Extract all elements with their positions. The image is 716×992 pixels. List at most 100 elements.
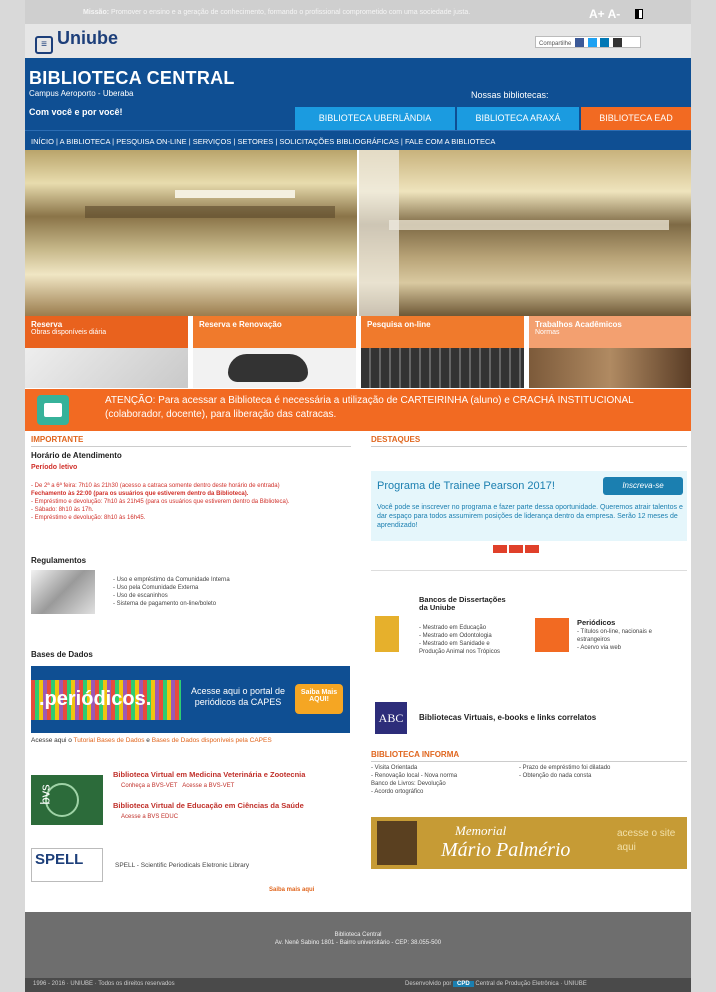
periodo-letivo: Período letivo [31,464,78,471]
regulamento-link[interactable]: - Uso e empréstimo da Comunidade Interna [113,576,230,584]
footer-bottom: 1996 - 2016 · UNIUBE · Todos os direitos… [25,978,691,992]
nav-item-inicio[interactable]: INÍCIO [31,137,54,146]
memorial-banner[interactable]: Memorial Mário Palmério acesse o site aq… [371,817,687,869]
library-photo-left [25,150,357,316]
importante-heading: IMPORTANTE [31,435,351,447]
nav-item-fale[interactable]: FALE COM A BIBLIOTECA [405,137,495,146]
mouse-shape [228,354,308,382]
mission-statement: Missão: Promover o ensino e a geração de… [83,9,470,16]
bancos-link[interactable]: - Mestrado em Educação [419,624,515,632]
bvs-educ-title[interactable]: Biblioteca Virtual de Educação em Ciênci… [113,801,353,810]
bancos-title[interactable]: Bancos de Dissertações da Uniube [419,596,509,612]
carousel-pause-icon[interactable] [509,545,523,553]
acesse-bvs-vet-link[interactable]: Acesse a BVS-VET [182,783,234,789]
tile-title: Reserva [31,320,63,329]
conheca-bvs-vet-link[interactable]: Conheça a BVS-VET [121,783,177,789]
inscreva-se-button[interactable]: Inscreva-se [603,477,683,495]
font-size-controls[interactable]: A+ A- [589,7,620,21]
periodicos-link[interactable]: - Títulos on-line, nacionais e estrangei… [577,628,681,644]
logo-bar: ≡ Uniube Compartilhe [25,24,691,58]
access-mid: e [146,737,150,744]
tile-trabalhos-academicos[interactable]: Trabalhos Acadêmicos Normas [529,316,691,388]
footer-line1: Biblioteca Central [334,932,382,938]
linkedin-icon[interactable] [600,38,610,47]
bancos-link[interactable]: - Mestrado em Sanidade e Produção Animal… [419,640,515,656]
memorial-name: Mário Palmério [441,839,571,861]
trainee-banner[interactable]: Programa de Trainee Pearson 2017! Inscre… [371,471,687,541]
attention-text: ATENÇÃO: Para acessar a Biblioteca é nec… [105,395,634,420]
id-card-shape [44,403,62,417]
photo-balcony [389,220,669,230]
regulamento-link[interactable]: - Uso pela Comunidade Externa [113,584,230,592]
dev-prefix: Desenvolvido por [405,981,452,987]
informa-link[interactable]: - Prazo de empréstimo foi dilatado [519,764,687,772]
main-nav: INÍCIO | A BIBLIOTECA | PESQUISA ON-LINE… [25,130,691,150]
tab-biblioteca-uberlandia[interactable]: BIBLIOTECA UBERLÂNDIA [295,107,455,130]
periodicos-capes-banner[interactable]: .periódicos. Acesse aqui o portal de per… [31,666,350,733]
more-share-icon[interactable] [613,38,623,47]
regulamento-link[interactable]: - Sistema de pagamento on-line/boleto [113,600,230,608]
informa-link[interactable]: Banco de Livros: Devolução [371,780,521,788]
periodicos-title[interactable]: Periódicos [577,618,615,627]
dev-suffix: Central de Produção Eletrônica · UNIUBE [475,981,587,987]
nav-items: INÍCIO | A BIBLIOTECA | PESQUISA ON-LINE… [31,137,496,146]
photo-pillar [359,150,399,316]
saiba-mais-button[interactable]: Saiba Mais AQUI! [295,684,343,714]
developer-credit: Desenvolvido por CPD Central de Produção… [405,981,587,987]
bvs-vet-title[interactable]: Biblioteca Virtual em Medicina Veterinár… [113,770,353,779]
photo-railing [85,206,335,218]
carousel-next-icon[interactable] [525,545,539,553]
nav-item-pesquisa[interactable]: PESQUISA ON-LINE [116,137,186,146]
horario-lines: - De 2ª a 6ª feira: 7h10 às 21h30 (acess… [31,482,351,522]
spell-logo-text: SPELL [35,851,84,868]
horario-line: - Empréstimo e devolução: 7h10 às 21h45 … [31,499,290,505]
spell-logo[interactable]: SPELL [31,848,103,882]
page: Missão: Promover o ensino e a geração de… [25,0,691,992]
copyright: 1996 - 2016 · UNIUBE · Todos os direitos… [33,981,175,987]
spell-description[interactable]: SPELL - Scientific Periodicals Eletronic… [115,862,249,869]
informa-link[interactable]: - Renovação local - Nova norma [371,772,521,780]
photo-light [175,190,295,198]
biblioteca-informa-heading: BIBLIOTECA INFORMA [371,750,687,762]
twitter-icon[interactable] [587,38,597,47]
destaques-heading: DESTAQUES [371,435,687,447]
tile-reserva-renovacao[interactable]: Reserva e Renovação [193,316,356,388]
tile-pesquisa-online[interactable]: Pesquisa on-line [361,316,524,388]
facebook-icon[interactable] [575,38,585,47]
informa-link[interactable]: - Visita Orientada [371,764,521,772]
tab-biblioteca-ead[interactable]: BIBLIOTECA EAD [581,107,691,130]
informa-link[interactable]: - Obtenção do nada consta [519,772,687,780]
uniube-emblem-icon: ≡ [35,36,53,54]
nossas-bibliotecas-label: Nossas bibliotecas: [471,90,549,100]
nav-item-servicos[interactable]: SERVIÇOS [193,137,232,146]
nav-item-a-biblioteca[interactable]: A BIBLIOTECA [60,137,110,146]
memorial-cta[interactable]: acesse o site aqui [617,827,681,855]
periodicos-banner-text: Acesse aqui o portal de periódicos da CA… [190,686,286,707]
carousel-prev-icon[interactable] [493,545,507,553]
tile-sub: Normas [535,329,560,336]
horario-line: - Sábado: 8h10 às 17h. [31,507,94,513]
saiba-mais-link[interactable]: Saiba mais aqui [269,887,314,893]
portrait-image [377,821,417,865]
periodicos-link[interactable]: - Acervo via web [577,644,681,652]
service-tiles: Reserva Obras disponíveis diária Reserva… [25,316,691,388]
tab-biblioteca-araxa[interactable]: BIBLIOTECA ARAXÁ [457,107,579,130]
contrast-icon[interactable] [635,9,643,19]
access-prefix: Acesse aqui o [31,737,72,744]
attention-banner: ATENÇÃO: Para acessar a Biblioteca é nec… [25,389,691,431]
acesse-bvs-educ-link[interactable]: Acesse a BVS EDUC [121,814,178,820]
nav-item-setores[interactable]: SETORES [238,137,274,146]
bancos-link[interactable]: - Mestrado em Odontologia [419,632,515,640]
regulamento-link[interactable]: - Uso de escaninhos [113,592,230,600]
tile-reserva[interactable]: Reserva Obras disponíveis diária [25,316,188,388]
bases-capes-link[interactable]: Bases de Dados disponíveis pela CAPES [152,737,272,744]
id-card-icon [37,395,69,425]
bibliotecas-virtuais-link[interactable]: Bibliotecas Virtuais, e-books e links co… [419,713,596,722]
cpd-logo[interactable]: CPD [453,981,474,987]
uniube-logo[interactable]: ≡ Uniube [35,28,118,54]
informa-link[interactable]: - Acordo ortográfico [371,788,521,796]
bancos-list: - Mestrado em Educação - Mestrado em Odo… [419,624,515,656]
bvs-logo[interactable]: bvs [31,775,103,825]
nav-item-solicitacoes[interactable]: SOLICITAÇÕES BIBLIOGRÁFICAS [279,137,398,146]
tutorial-link[interactable]: Tutorial Bases de Dados [74,737,145,744]
